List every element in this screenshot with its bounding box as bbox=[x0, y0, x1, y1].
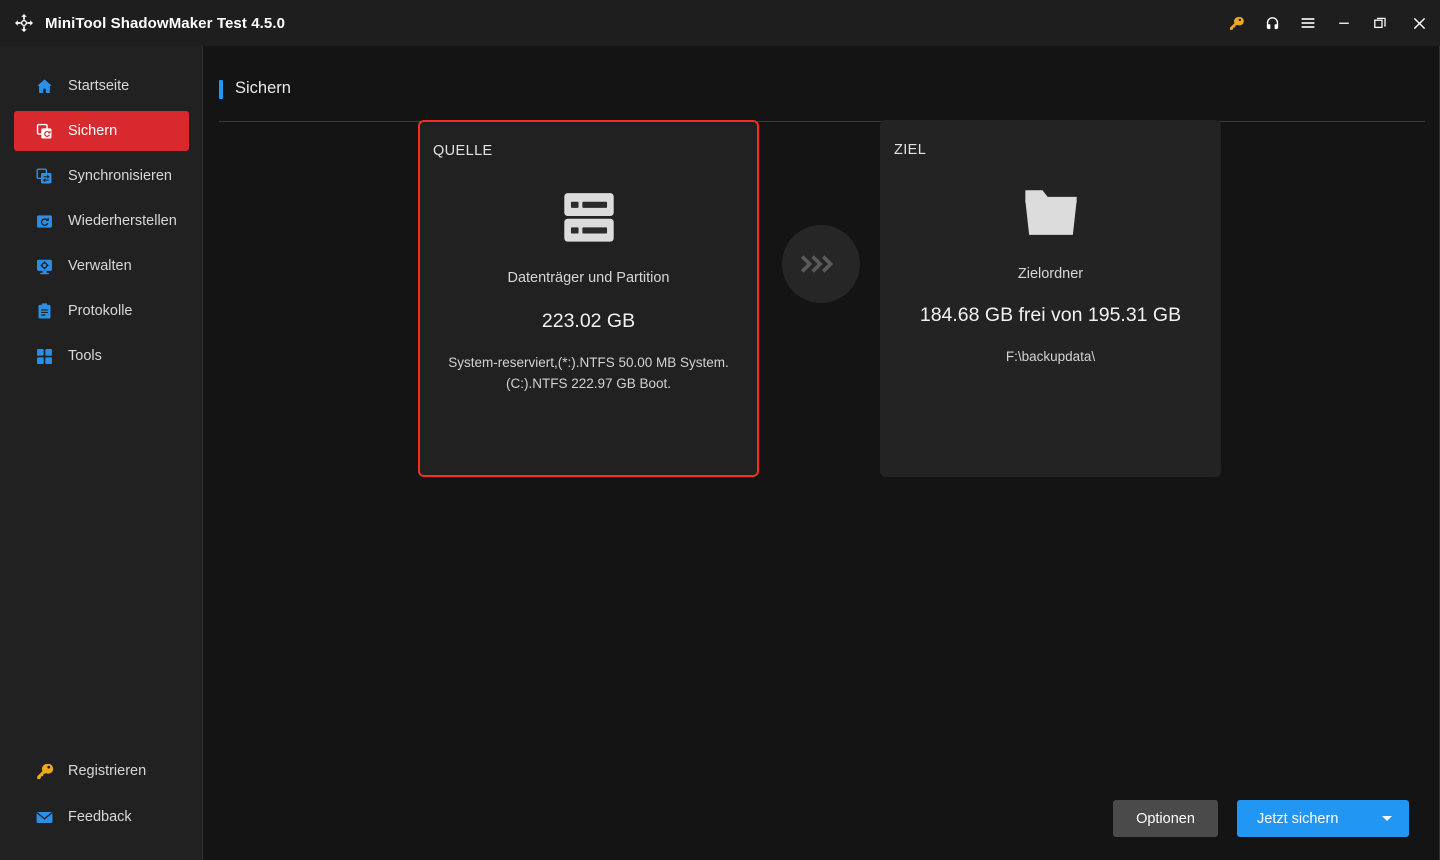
backup-now-button[interactable]: Jetzt sichern bbox=[1237, 800, 1409, 837]
sidebar-item-label: Wiederherstellen bbox=[68, 213, 177, 229]
action-footer: Optionen Jetzt sichern bbox=[204, 772, 1440, 860]
key-icon[interactable] bbox=[1218, 0, 1254, 46]
target-card[interactable]: ZIEL Zielordner 184.68 GB frei von 195.3… bbox=[880, 120, 1221, 477]
manage-icon bbox=[35, 257, 54, 276]
source-card-kicker: QUELLE bbox=[433, 143, 493, 159]
page-title-accent-bar bbox=[219, 80, 223, 99]
key-icon bbox=[35, 762, 54, 781]
shadowmaker-logo-icon bbox=[13, 12, 35, 34]
sidebar-item-label: Synchronisieren bbox=[68, 168, 172, 184]
target-card-size: 184.68 GB frei von 195.31 GB bbox=[880, 304, 1221, 327]
source-card-subtitle: Datenträger und Partition bbox=[420, 270, 757, 286]
sidebar-item-label: Feedback bbox=[68, 809, 132, 825]
sidebar-item-verwalten[interactable]: Verwalten bbox=[14, 246, 189, 286]
sidebar-item-label: Verwalten bbox=[68, 258, 132, 274]
home-icon bbox=[35, 77, 54, 96]
backup-now-label: Jetzt sichern bbox=[1237, 811, 1338, 827]
sidebar: Startseite Sichern bbox=[0, 46, 203, 860]
title-bar-controls bbox=[1218, 0, 1440, 46]
sidebar-item-sichern[interactable]: Sichern bbox=[14, 111, 189, 151]
app-title: MiniTool ShadowMaker Test 4.5.0 bbox=[45, 15, 285, 32]
hamburger-icon[interactable] bbox=[1290, 0, 1326, 46]
restore-icon[interactable] bbox=[1362, 0, 1398, 46]
sidebar-item-wiederherstellen[interactable]: Wiederherstellen bbox=[14, 201, 189, 241]
sidebar-item-label: Protokolle bbox=[68, 303, 132, 319]
disk-partition-icon bbox=[420, 177, 757, 253]
sidebar-item-label: Tools bbox=[68, 348, 102, 364]
sidebar-item-label: Sichern bbox=[68, 123, 117, 139]
main-content: Sichern QUELLE Datenträger und Partition… bbox=[204, 46, 1440, 860]
sync-icon bbox=[35, 167, 54, 186]
page-title: Sichern bbox=[235, 78, 291, 98]
tools-icon bbox=[35, 347, 54, 366]
caret-down-icon[interactable] bbox=[1382, 816, 1392, 821]
restore-icon bbox=[35, 212, 54, 231]
backup-card-row: QUELLE Datenträger und Partition 223.02 … bbox=[204, 120, 1440, 520]
sidebar-bottom-nav: Registrieren Feedback bbox=[0, 751, 203, 843]
sidebar-item-startseite[interactable]: Startseite bbox=[14, 66, 189, 106]
sidebar-nav: Startseite Sichern bbox=[0, 66, 203, 381]
triple-chevron-right-icon bbox=[782, 225, 860, 303]
options-button[interactable]: Optionen bbox=[1113, 800, 1218, 837]
sidebar-item-label: Registrieren bbox=[68, 763, 146, 779]
sidebar-item-feedback[interactable]: Feedback bbox=[14, 797, 189, 837]
target-card-kicker: ZIEL bbox=[894, 142, 926, 158]
target-card-path: F:\backupdata\ bbox=[894, 346, 1207, 367]
sidebar-item-tools[interactable]: Tools bbox=[14, 336, 189, 376]
envelope-icon bbox=[35, 808, 54, 827]
source-card[interactable]: QUELLE Datenträger und Partition 223.02 … bbox=[418, 120, 759, 477]
sidebar-item-protokolle[interactable]: Protokolle bbox=[14, 291, 189, 331]
source-card-details: System-reserviert,(*:).NTFS 50.00 MB Sys… bbox=[434, 352, 743, 394]
minimize-icon[interactable] bbox=[1326, 0, 1362, 46]
backup-icon bbox=[35, 122, 54, 141]
source-card-size: 223.02 GB bbox=[420, 310, 757, 333]
title-bar-left: MiniTool ShadowMaker Test 4.5.0 bbox=[0, 12, 285, 34]
sidebar-item-synchronisieren[interactable]: Synchronisieren bbox=[14, 156, 189, 196]
page-header: Sichern bbox=[219, 78, 1425, 122]
sidebar-item-label: Startseite bbox=[68, 78, 129, 94]
logs-icon bbox=[35, 302, 54, 321]
sidebar-item-registrieren[interactable]: Registrieren bbox=[14, 751, 189, 791]
folder-icon bbox=[880, 175, 1221, 251]
close-icon[interactable] bbox=[1398, 0, 1440, 46]
target-card-subtitle: Zielordner bbox=[880, 266, 1221, 282]
title-bar: MiniTool ShadowMaker Test 4.5.0 bbox=[0, 0, 1440, 46]
headset-icon[interactable] bbox=[1254, 0, 1290, 46]
